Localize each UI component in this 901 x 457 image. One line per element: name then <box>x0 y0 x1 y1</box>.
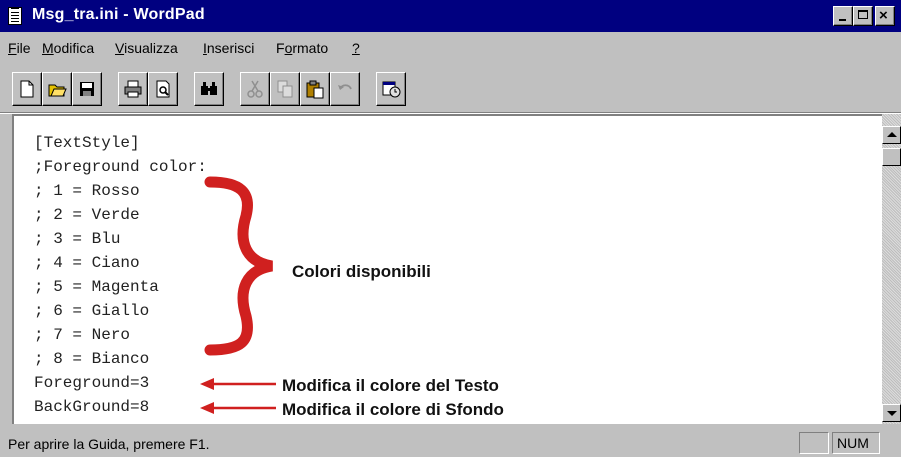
date-time-icon <box>382 81 401 98</box>
menu-formato[interactable]: Formato <box>276 40 328 56</box>
status-bar: Per aprire la Guida, premere F1. NUM <box>0 430 901 457</box>
background-color-label: Modifica il colore di Sfondo <box>282 400 504 419</box>
open-button[interactable] <box>42 72 72 106</box>
copy-icon <box>277 80 293 98</box>
find-button[interactable] <box>194 72 224 106</box>
notepad-document-icon[interactable] <box>8 7 22 25</box>
vertical-scrollbar[interactable] <box>882 114 901 424</box>
status-panel-empty <box>799 432 829 454</box>
text-color-label: Modifica il colore del Testo <box>282 376 499 395</box>
menu-file[interactable]: File <box>8 40 31 56</box>
window-title: Msg_tra.ini - WordPad <box>32 6 205 23</box>
cut-icon <box>247 80 263 98</box>
paste-button[interactable] <box>300 72 330 106</box>
date-time-button[interactable] <box>376 72 406 106</box>
status-text: Per aprire la Guida, premere F1. <box>8 436 210 452</box>
print-icon <box>124 80 142 98</box>
close-button[interactable]: × <box>875 6 895 26</box>
curly-brace-icon <box>204 176 274 356</box>
arrow-to-background <box>200 402 276 414</box>
scroll-down-button[interactable] <box>882 404 901 422</box>
save-button[interactable] <box>72 72 102 106</box>
minimize-button[interactable] <box>833 6 853 26</box>
undo-icon <box>338 84 352 90</box>
copy-button[interactable] <box>270 72 300 106</box>
paste-icon <box>306 80 324 99</box>
undo-button[interactable] <box>330 72 360 106</box>
open-icon <box>48 84 67 97</box>
print-button[interactable] <box>118 72 148 106</box>
new-icon <box>20 80 34 98</box>
menu-help[interactable]: ? <box>352 40 360 56</box>
wordpad-window: Msg_tra.ini - WordPad × File Modifica Vi… <box>0 0 901 457</box>
menu-bar: File Modifica Visualizza Inserisci Forma… <box>0 32 901 66</box>
scroll-thumb[interactable] <box>882 148 901 166</box>
save-icon <box>80 82 94 96</box>
maximize-button[interactable] <box>853 6 873 26</box>
document-edit-area[interactable]: [TextStyle] ;Foreground color: ; 1 = Ros… <box>12 114 882 424</box>
find-icon <box>201 82 217 95</box>
cut-button[interactable] <box>240 72 270 106</box>
menu-inserisci[interactable]: Inserisci <box>203 40 254 56</box>
print-preview-icon <box>156 80 170 98</box>
scroll-up-button[interactable] <box>882 126 901 144</box>
menu-modifica[interactable]: Modifica <box>42 40 94 56</box>
print-preview-button[interactable] <box>148 72 178 106</box>
new-button[interactable] <box>12 72 42 106</box>
title-bar[interactable]: Msg_tra.ini - WordPad × <box>0 0 901 32</box>
arrow-to-foreground <box>200 378 276 390</box>
available-colors-label: Colori disponibili <box>292 262 431 281</box>
num-lock-indicator: NUM <box>832 432 880 454</box>
menu-visualizza[interactable]: Visualizza <box>115 40 178 56</box>
close-icon: × <box>879 7 888 24</box>
